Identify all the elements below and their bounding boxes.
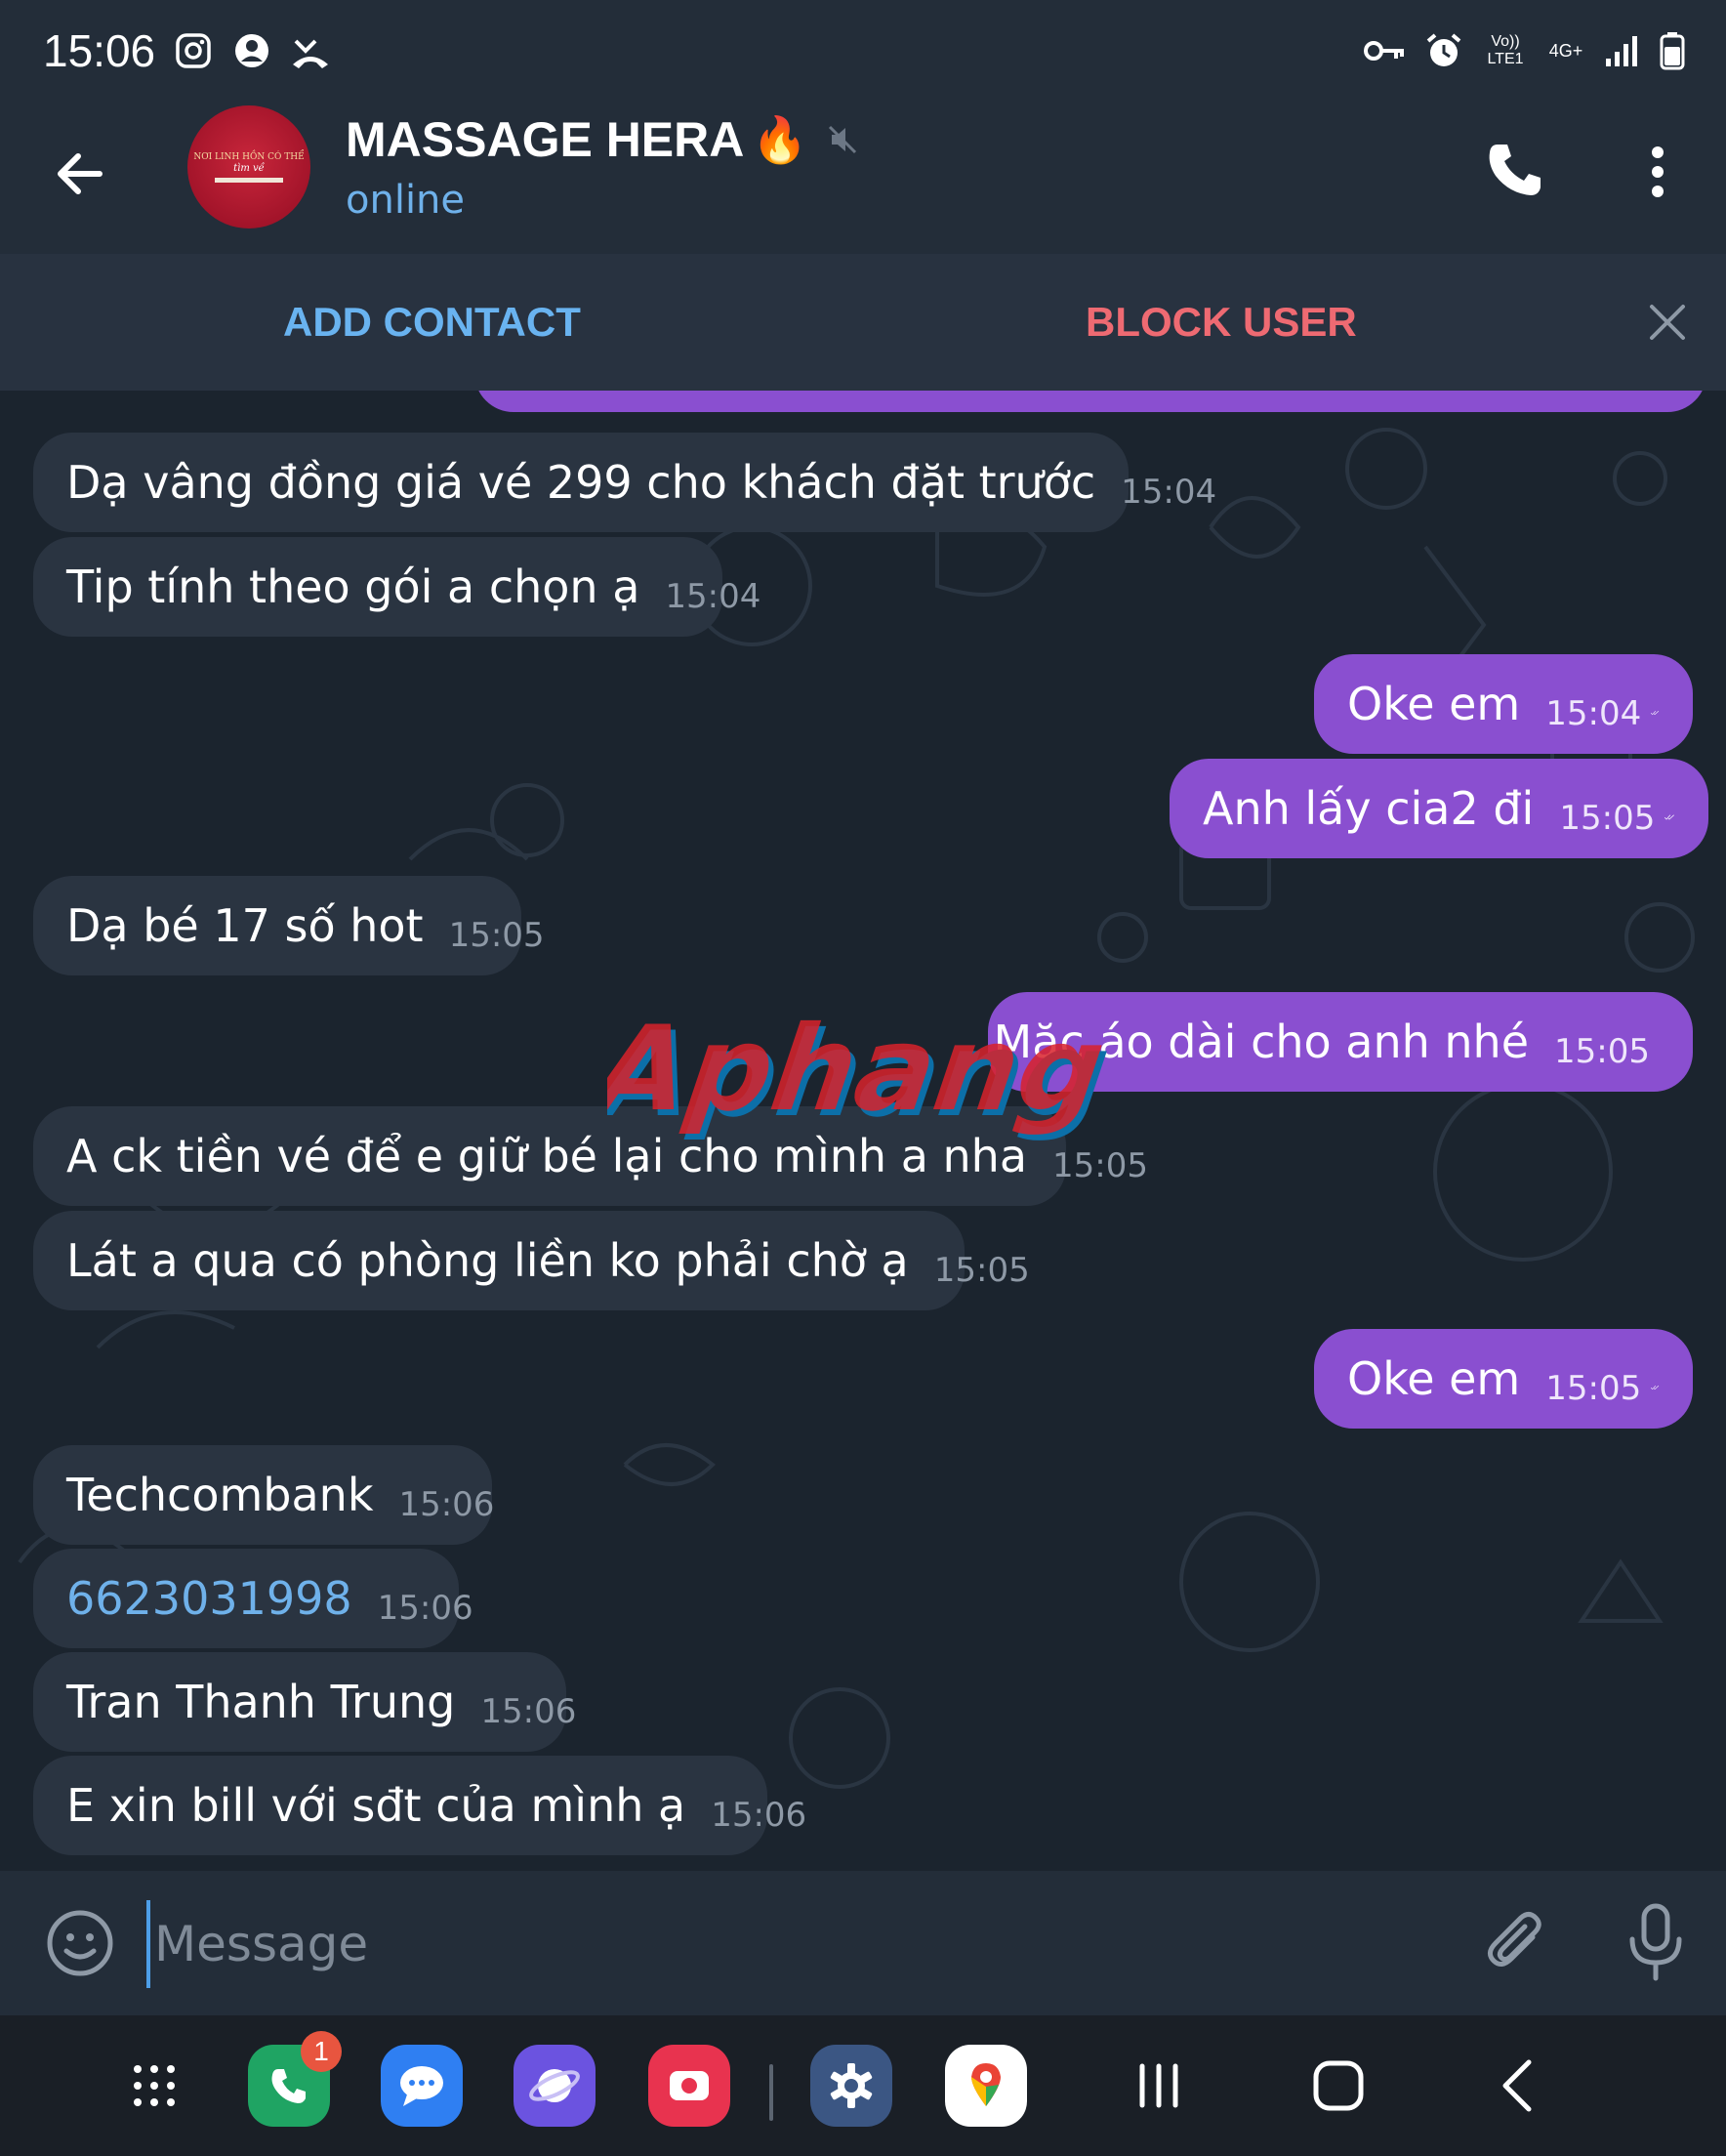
avatar-decoration [215,177,283,183]
contact-name-text: MASSAGE HERA [346,112,745,167]
read-receipt-icon [1664,814,1675,820]
svg-text:Aphang: Aphang [607,1006,1112,1138]
recents-button[interactable] [1125,2054,1193,2117]
message-text: E xin bill với sđt của mình ạ [66,1779,686,1832]
status-bar: 15:06 Vo)) LTE1 4G+ [0,0,1726,102]
read-receipt-icon [1651,1385,1660,1390]
message-time: 15:05 [1052,1146,1148,1185]
message-text: Tip tính theo gói a chọn ạ [66,560,640,613]
alarm-icon [1423,30,1464,71]
apps-grid-icon[interactable] [113,2045,195,2127]
message-text: Oke em [1347,678,1521,730]
messages-app-icon[interactable] [381,2045,463,2127]
back-arrow-icon[interactable] [51,145,109,203]
previous-message-bubble [474,391,1706,412]
contact-action-bar: ADD CONTACT BLOCK USER [0,254,1726,391]
contact-status: online [346,178,466,223]
fire-emoji: 🔥 [752,113,808,165]
read-receipt-icon [1651,710,1660,716]
screen-recorder-icon[interactable] [648,2045,730,2127]
message-composer [0,1871,1726,2015]
home-button[interactable] [1304,2054,1373,2117]
contact-name[interactable]: MASSAGE HERA 🔥 [346,111,859,168]
message-bubble-incoming[interactable]: Tip tính theo gói a chọn ạ 15:04 [33,537,760,637]
message-text: Dạ bé 17 số hot [66,899,424,952]
message-input[interactable] [146,1900,1416,1988]
message-time: 15:04 [665,577,761,616]
paperclip-icon[interactable] [1482,1908,1550,1978]
message-text: Dạ vâng đồng giá vé 299 cho khách đặt tr… [66,456,1096,509]
message-time: 15:04 [1545,694,1642,733]
message-time: 15:06 [377,1589,473,1628]
avatar-line2: tìm về [233,162,265,174]
phone-icon[interactable] [1484,139,1546,201]
message-bubble-incoming[interactable]: Dạ bé 17 số hot 15:05 [33,876,545,975]
account-number-link[interactable]: 6623031998 [66,1572,352,1625]
settings-app-icon[interactable] [810,2045,892,2127]
message-time: 15:05 [1545,1369,1642,1408]
volte-icon: Vo)) LTE1 [1487,33,1524,67]
message-text: Lát a qua có phòng liền ko phải chờ ạ [66,1234,909,1287]
message-text: Tran Thanh Trung [66,1676,456,1728]
block-user-button[interactable]: BLOCK USER [1086,299,1357,346]
avatar-line1: NƠI LINH HỒN CÓ THỂ [193,151,305,162]
instagram-icon [173,30,214,71]
message-time: 15:05 [1559,799,1656,838]
missed-call-icon [290,30,331,71]
message-time: 15:06 [398,1485,495,1524]
message-bubble-incoming[interactable]: Techcombank 15:06 [33,1445,495,1545]
message-time: 15:06 [711,1796,807,1835]
message-text: Anh lấy cia2 đi [1203,782,1535,835]
message-time: 15:05 [933,1251,1030,1290]
message-time: 15:05 [1554,1032,1650,1071]
message-bubble-outgoing[interactable]: Anh lấy cia2 đi 15:05 [1170,759,1708,858]
message-bubble-incoming[interactable]: E xin bill với sđt của mình ạ 15:06 [33,1756,806,1855]
message-bubble-incoming[interactable]: Dạ vâng đồng giá vé 299 cho khách đặt tr… [33,433,1216,532]
message-time: 15:04 [1121,473,1217,512]
vpn-key-icon [1363,30,1408,71]
chat-header: NƠI LINH HỒN CÓ THỂ tìm về MASSAGE HERA … [0,102,1726,254]
maps-app-icon[interactable] [945,2045,1027,2127]
watermark-logo: Aphang Aphang [607,1006,1115,1142]
phone-badge: 1 [301,2031,342,2072]
message-text: Techcombank [66,1469,374,1521]
signal-icon [1601,30,1642,71]
message-bubble-outgoing[interactable]: Oke em 15:04 [1314,654,1693,754]
message-text: Oke em [1347,1352,1521,1405]
message-time: 15:05 [448,916,545,955]
back-button[interactable] [1484,2054,1552,2117]
battery-icon [1658,30,1687,71]
message-bubble-outgoing[interactable]: Oke em 15:05 [1314,1329,1693,1429]
internet-app-icon[interactable] [514,2045,596,2127]
close-icon[interactable] [1646,301,1689,344]
emoji-icon[interactable] [45,1908,115,1978]
more-options-icon[interactable] [1630,141,1685,203]
message-bubble-incoming[interactable]: Lát a qua có phòng liền ko phải chờ ạ 15… [33,1211,1030,1310]
avatar[interactable]: NƠI LINH HỒN CÓ THỂ tìm về [187,105,310,228]
add-contact-button[interactable]: ADD CONTACT [283,299,581,346]
4g-icon: 4G+ [1548,40,1583,61]
muted-icon [826,123,859,156]
message-bubble-incoming[interactable]: 6623031998 15:06 [33,1549,473,1648]
status-time: 15:06 [43,25,156,76]
message-bubble-incoming[interactable]: Tran Thanh Trung 15:06 [33,1652,576,1752]
system-nav-bar: 1 [0,2015,1726,2156]
nav-separator [769,2064,773,2121]
account-icon [231,30,272,71]
chat-area[interactable]: Dạ vâng đồng giá vé 299 cho khách đặt tr… [0,391,1726,1871]
message-time: 15:06 [480,1692,577,1731]
microphone-icon[interactable] [1624,1902,1687,1982]
